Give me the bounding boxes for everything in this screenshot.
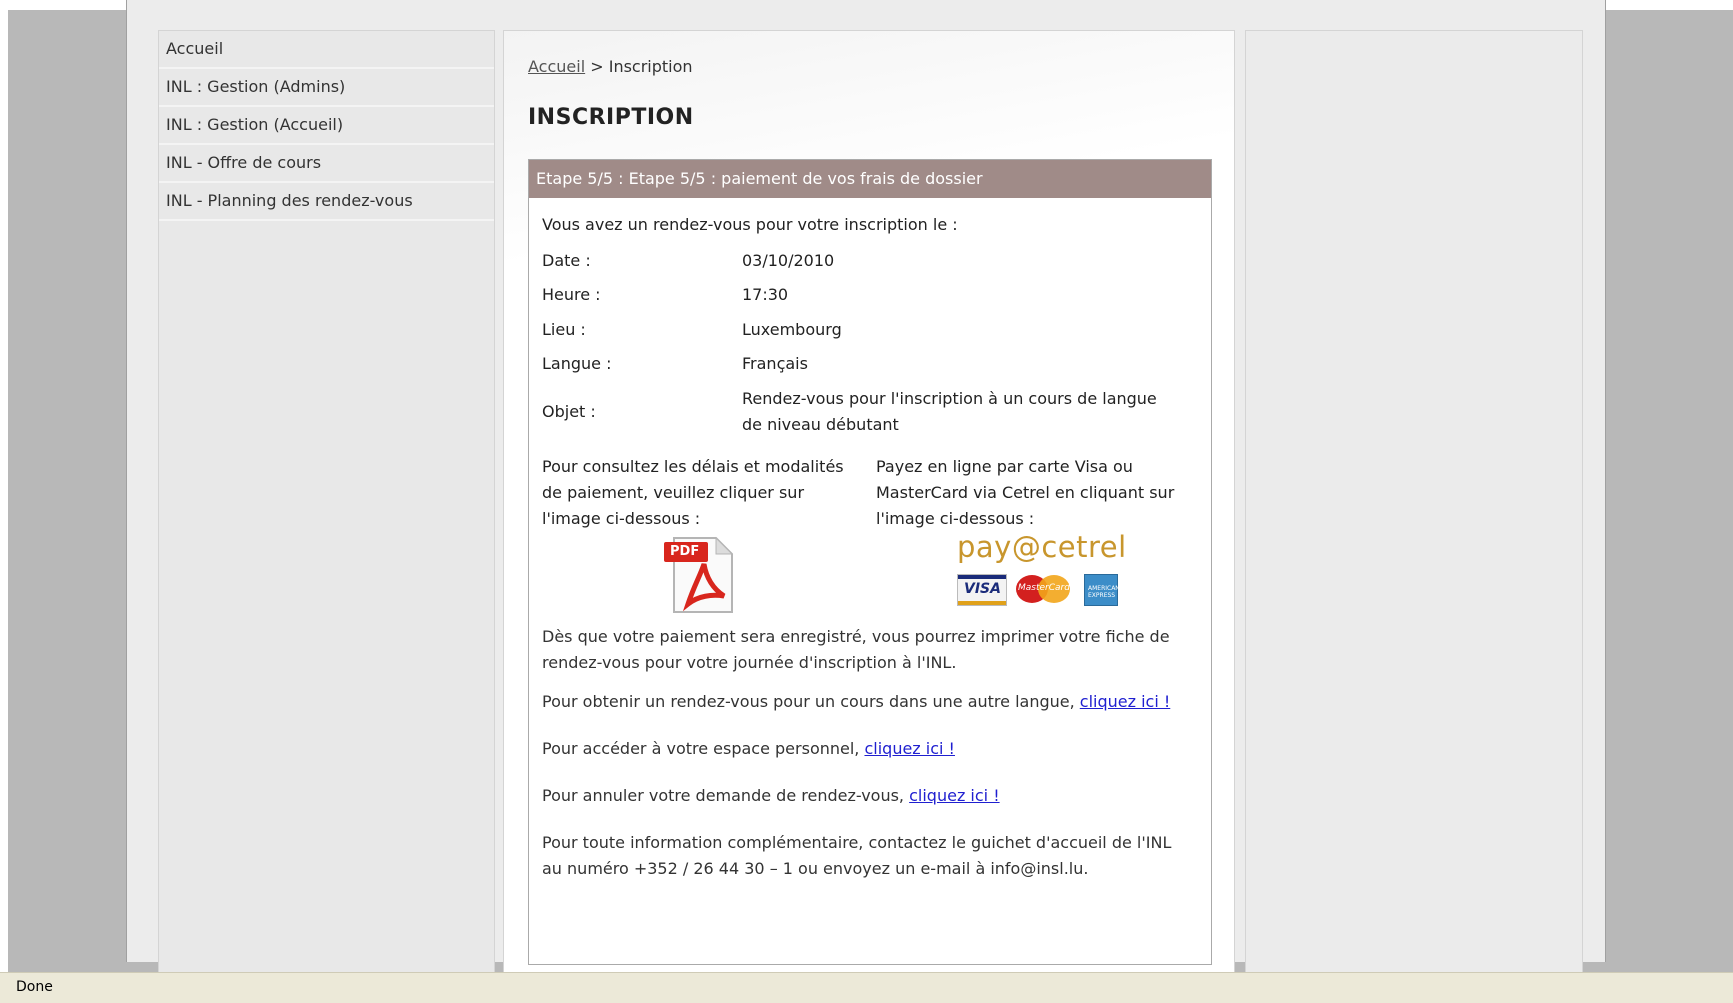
mastercard-label: MasterCard (1018, 583, 1070, 593)
other-language-paragraph: Pour obtenir un rendez-vous pour un cour… (542, 689, 1182, 715)
subject-value: Rendez-vous pour l'inscription à un cour… (742, 389, 1157, 434)
right-panel (1245, 30, 1583, 974)
pay-cetrel-logo[interactable]: pay@cetrel VISA MasterCard AMERICAN EXPR… (954, 530, 1127, 606)
browser-status-bar: Done (0, 972, 1733, 1003)
sidebar-item-offre-de-cours[interactable]: INL - Offre de cours (159, 145, 494, 183)
sidebar-item-accueil[interactable]: Accueil (159, 31, 494, 69)
time-value: 17:30 (742, 285, 789, 304)
sidebar-item-gestion-admins[interactable]: INL : Gestion (Admins) (159, 69, 494, 107)
amex-label: AMERICAN EXPRESS (1088, 585, 1120, 599)
mastercard-icon: MasterCard (1016, 574, 1072, 604)
sidebar-nav: Accueil INL : Gestion (Admins) INL : Ges… (158, 30, 495, 974)
breadcrumb-home-link[interactable]: Accueil (528, 57, 585, 76)
location-value: Luxembourg (742, 320, 842, 339)
personal-space-paragraph: Pour accéder à votre espace personnel, c… (542, 736, 1182, 762)
personal-space-link[interactable]: cliquez ici ! (864, 739, 955, 758)
visa-label: VISA (964, 581, 1001, 597)
subject-label: Objet : (542, 402, 596, 421)
main-content: Accueil > Inscription INSCRIPTION Etape … (503, 30, 1235, 974)
status-text: Done (16, 979, 53, 995)
other-language-link[interactable]: cliquez ici ! (1080, 692, 1171, 711)
other-language-text: Pour obtenir un rendez-vous pour un cour… (542, 692, 1080, 711)
cancel-text: Pour annuler votre demande de rendez-vou… (542, 786, 910, 805)
language-value: Français (742, 354, 808, 373)
contact-info-text: Pour toute information complémentaire, c… (542, 833, 1172, 878)
pdf-instructions: Pour consultez les délais et modalités d… (542, 457, 844, 528)
time-label: Heure : (542, 285, 601, 304)
date-value: 03/10/2010 (742, 251, 835, 270)
breadcrumb: Accueil > Inscription (528, 57, 693, 76)
pay-cetrel-text: pay@cetrel (957, 530, 1127, 564)
location-label: Lieu : (542, 320, 586, 339)
breadcrumb-separator: > (585, 57, 609, 76)
personal-space-text: Pour accéder à votre espace personnel, (542, 739, 865, 758)
visa-card-icon: VISA (957, 574, 1007, 606)
amex-card-icon: AMERICAN EXPRESS (1084, 574, 1120, 606)
date-label: Date : (542, 251, 591, 270)
payment-confirmation-text: Dès que votre paiement sera enregistré, … (542, 627, 1170, 672)
cancel-link[interactable]: cliquez ici ! (909, 786, 1000, 805)
pdf-icon[interactable]: PDF (664, 534, 736, 614)
payment-instructions: Payez en ligne par carte Visa ou MasterC… (876, 457, 1175, 528)
step-panel: Etape 5/5 : Etape 5/5 : paiement de vos … (528, 159, 1212, 965)
breadcrumb-current: Inscription (608, 57, 693, 76)
step-header: Etape 5/5 : Etape 5/5 : paiement de vos … (529, 160, 1211, 198)
page-title: INSCRIPTION (528, 105, 694, 130)
appointment-intro: Vous avez un rendez-vous pour votre insc… (542, 215, 958, 234)
pdf-badge-label: PDF (670, 544, 700, 559)
sidebar-item-planning[interactable]: INL - Planning des rendez-vous (159, 183, 494, 221)
sidebar-item-gestion-accueil[interactable]: INL : Gestion (Accueil) (159, 107, 494, 145)
cancel-paragraph: Pour annuler votre demande de rendez-vou… (542, 783, 1182, 809)
language-label: Langue : (542, 354, 612, 373)
